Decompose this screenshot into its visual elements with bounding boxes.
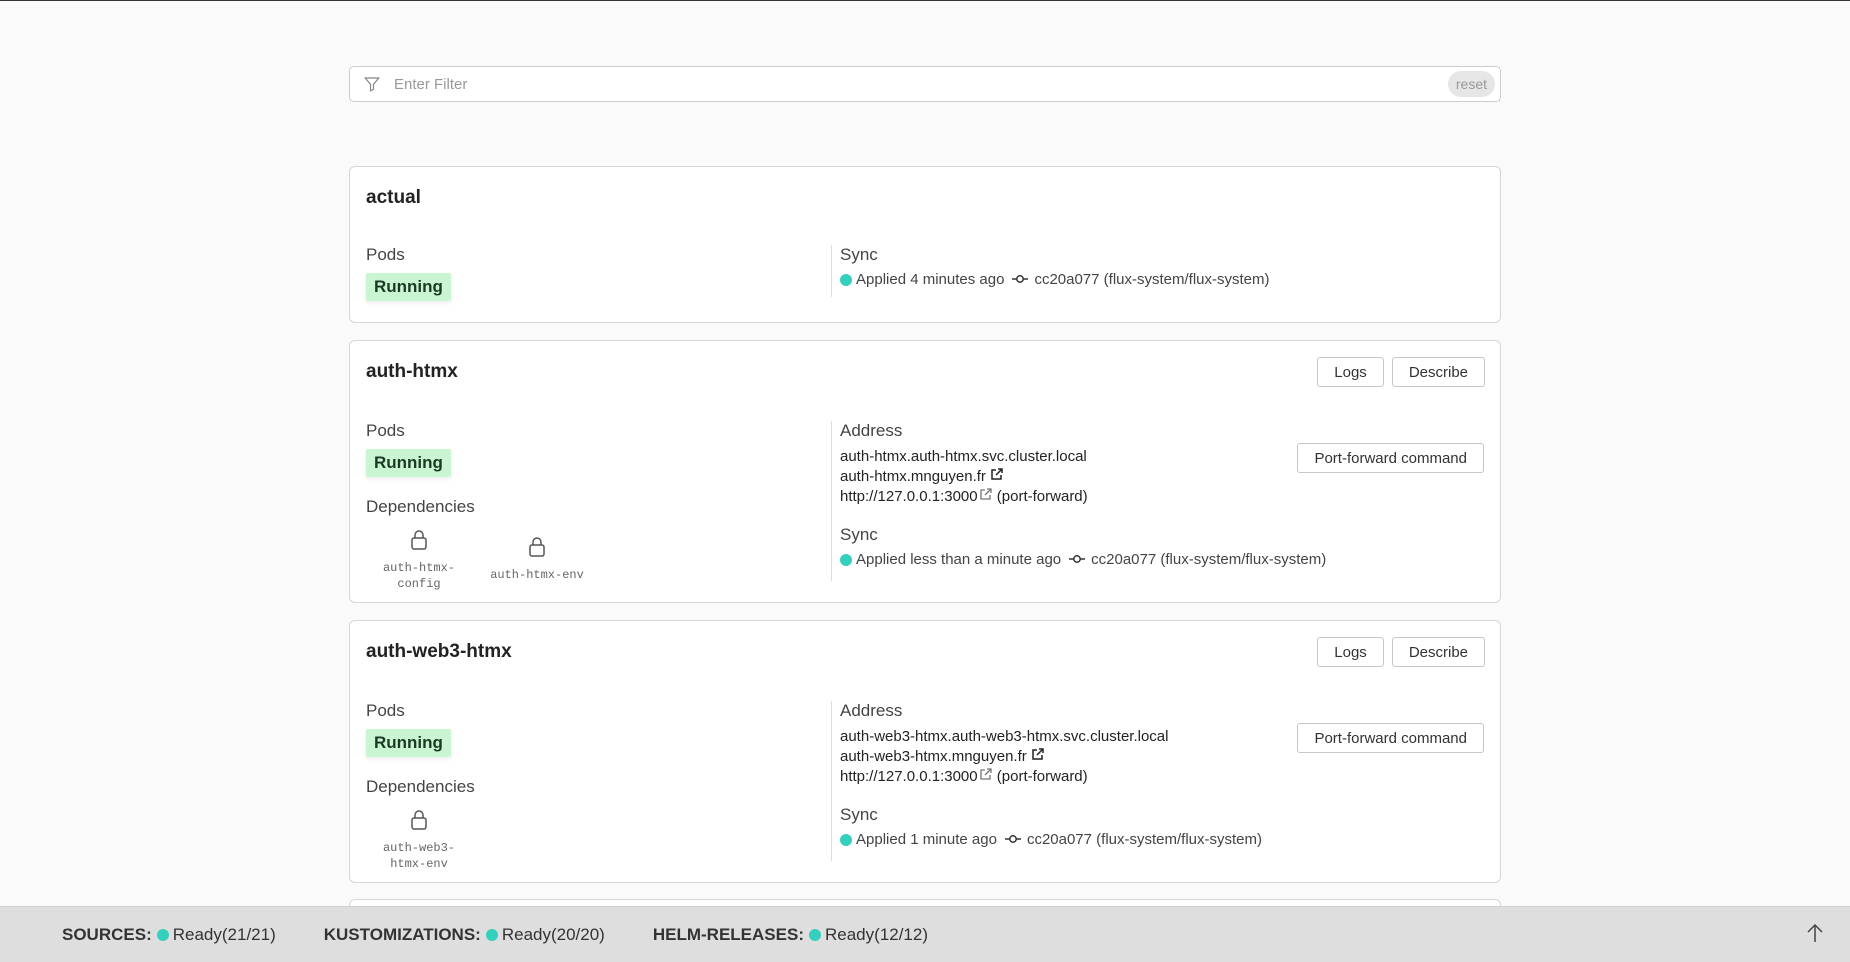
- lock-icon: [528, 536, 546, 567]
- commit-ref: cc20a077 (flux-system/flux-system): [1004, 831, 1263, 849]
- card-title: auth-web3-htmx: [366, 641, 512, 662]
- helm-releases-label: HELM-RELEASES:: [652, 925, 804, 944]
- describe-button[interactable]: Describe: [1391, 637, 1485, 667]
- ready-dot-icon: [840, 833, 852, 846]
- external-link-icon[interactable]: [979, 487, 993, 507]
- card-title: actual: [366, 187, 421, 208]
- port-forward-button[interactable]: Port-forward command: [1297, 723, 1484, 753]
- address-sync-section: Address auth-web3-htmx.auth-web3-htmx.sv…: [831, 701, 1484, 861]
- kustomizations-label: KUSTOMIZATIONS:: [323, 925, 481, 944]
- arrow-up-icon: [1806, 923, 1824, 946]
- workload-card-auth-htmx: auth-htmx Logs Describe Pods Running Dep…: [349, 340, 1501, 603]
- pods-label: Pods: [366, 701, 405, 720]
- dependency-item[interactable]: auth-htmx-env: [484, 529, 590, 592]
- dependency-name: auth-htmx-env: [490, 568, 584, 582]
- dependency-item[interactable]: auth-htmx-config: [366, 529, 472, 592]
- sources-count: Ready(21/21): [172, 925, 276, 944]
- dependencies-label: Dependencies: [366, 777, 475, 796]
- dependency-name: auth-web3-htmx-env: [382, 841, 455, 871]
- port-forward-note: (port-forward): [996, 488, 1088, 506]
- local-address: http://127.0.0.1:3000 (port-forward): [840, 487, 1484, 507]
- dependency-name: auth-htmx-config: [382, 561, 455, 591]
- external-link-icon[interactable]: [979, 767, 993, 787]
- sync-section: Sync Applied 1 minute ago cc20a077 (flux…: [840, 805, 1484, 848]
- local-address-link[interactable]: http://127.0.0.1:3000: [840, 768, 978, 785]
- pods-section: Pods Running Dependencies auth-htmx-conf…: [366, 421, 816, 592]
- port-forward-button[interactable]: Port-forward command: [1297, 443, 1484, 473]
- commit-text: cc20a077 (flux-system/flux-system): [1091, 551, 1327, 569]
- card-title: auth-htmx: [366, 361, 458, 382]
- external-link-icon[interactable]: [1031, 747, 1045, 767]
- commit-icon: [1012, 271, 1034, 288]
- address-label: Address: [840, 701, 903, 720]
- address-label: Address: [840, 421, 903, 440]
- dependencies-list: auth-web3-htmx-env: [366, 809, 816, 872]
- describe-button[interactable]: Describe: [1391, 357, 1485, 387]
- lock-icon: [410, 809, 428, 840]
- sync-status: Applied 4 minutes ago cc20a077 (flux-sys…: [840, 271, 1484, 288]
- pods-status-badge: Running: [366, 273, 451, 301]
- commit-icon: [1069, 551, 1091, 568]
- sync-status: Applied less than a minute ago cc20a077 …: [840, 551, 1484, 568]
- pods-status-badge: Running: [366, 449, 451, 477]
- helm-releases-status[interactable]: HELM-RELEASES: Ready(12/12): [653, 925, 928, 945]
- pods-section: Pods Running Dependencies auth-web3-htmx…: [366, 701, 816, 872]
- local-address-link[interactable]: http://127.0.0.1:3000: [840, 488, 978, 505]
- address-sync-section: Address auth-htmx.auth-htmx.svc.cluster.…: [831, 421, 1484, 581]
- ready-dot-icon: [840, 553, 852, 566]
- sync-text: Applied 4 minutes ago: [856, 271, 1005, 288]
- commit-text: cc20a077 (flux-system/flux-system): [1034, 271, 1270, 288]
- commit-icon: [1004, 831, 1027, 848]
- sync-text: Applied less than a minute ago: [856, 551, 1062, 569]
- dependencies-list: auth-htmx-config auth-htmx-env: [366, 529, 816, 592]
- lock-icon: [410, 529, 428, 560]
- sources-label: SOURCES:: [62, 925, 152, 944]
- sources-status[interactable]: SOURCES: Ready(21/21): [62, 925, 276, 945]
- workload-card-actual: actual Pods Running Sync Applied 4 minut…: [349, 166, 1501, 323]
- reset-button[interactable]: reset: [1447, 71, 1495, 97]
- sync-status: Applied 1 minute ago cc20a077 (flux-syst…: [840, 831, 1484, 848]
- ready-dot-icon: [808, 929, 821, 941]
- logs-button[interactable]: Logs: [1317, 357, 1384, 387]
- commit-text: cc20a077 (flux-system/flux-system): [1026, 831, 1263, 849]
- sync-label: Sync: [840, 245, 878, 264]
- filter-icon: [350, 66, 394, 102]
- kustomizations-status[interactable]: KUSTOMIZATIONS: Ready(20/20): [324, 925, 605, 945]
- sync-label: Sync: [840, 525, 878, 545]
- ready-dot-icon: [840, 273, 852, 286]
- filter-bar: reset: [349, 66, 1501, 102]
- workload-card-auth-web3-htmx: auth-web3-htmx Logs Describe Pods Runnin…: [349, 620, 1501, 883]
- sync-section: Sync Applied 4 minutes ago cc20a077 (flu…: [831, 245, 1484, 297]
- sync-text: Applied 1 minute ago: [856, 831, 997, 849]
- dependency-item[interactable]: auth-web3-htmx-env: [366, 809, 472, 872]
- commit-ref: cc20a077 (flux-system/flux-system): [1069, 551, 1326, 568]
- scroll-to-top-button[interactable]: [1800, 919, 1830, 949]
- pods-status-badge: Running: [366, 729, 451, 757]
- local-address: http://127.0.0.1:3000 (port-forward): [840, 767, 1484, 787]
- port-forward-note: (port-forward): [996, 768, 1088, 786]
- card-actions: Logs Describe: [1317, 357, 1485, 387]
- helm-releases-count: Ready(12/12): [824, 925, 928, 944]
- ready-dot-icon: [156, 929, 169, 941]
- external-link-icon[interactable]: [990, 467, 1004, 487]
- filter-input[interactable]: [394, 67, 1448, 101]
- logs-button[interactable]: Logs: [1317, 637, 1384, 667]
- kustomizations-count: Ready(20/20): [501, 925, 605, 944]
- dependencies-label: Dependencies: [366, 497, 475, 516]
- status-footer: SOURCES: Ready(21/21) KUSTOMIZATIONS: Re…: [0, 906, 1850, 962]
- sync-label: Sync: [840, 805, 878, 825]
- external-address-link[interactable]: auth-htmx.mnguyen.fr: [840, 468, 986, 485]
- pods-label: Pods: [366, 245, 405, 264]
- pods-label: Pods: [366, 421, 405, 440]
- card-actions: Logs Describe: [1317, 637, 1485, 667]
- sync-section: Sync Applied less than a minute ago cc20…: [840, 525, 1484, 568]
- external-address-link[interactable]: auth-web3-htmx.mnguyen.fr: [840, 748, 1027, 765]
- pods-section: Pods Running: [366, 245, 816, 301]
- commit-ref: cc20a077 (flux-system/flux-system): [1012, 271, 1270, 288]
- ready-dot-icon: [485, 929, 498, 941]
